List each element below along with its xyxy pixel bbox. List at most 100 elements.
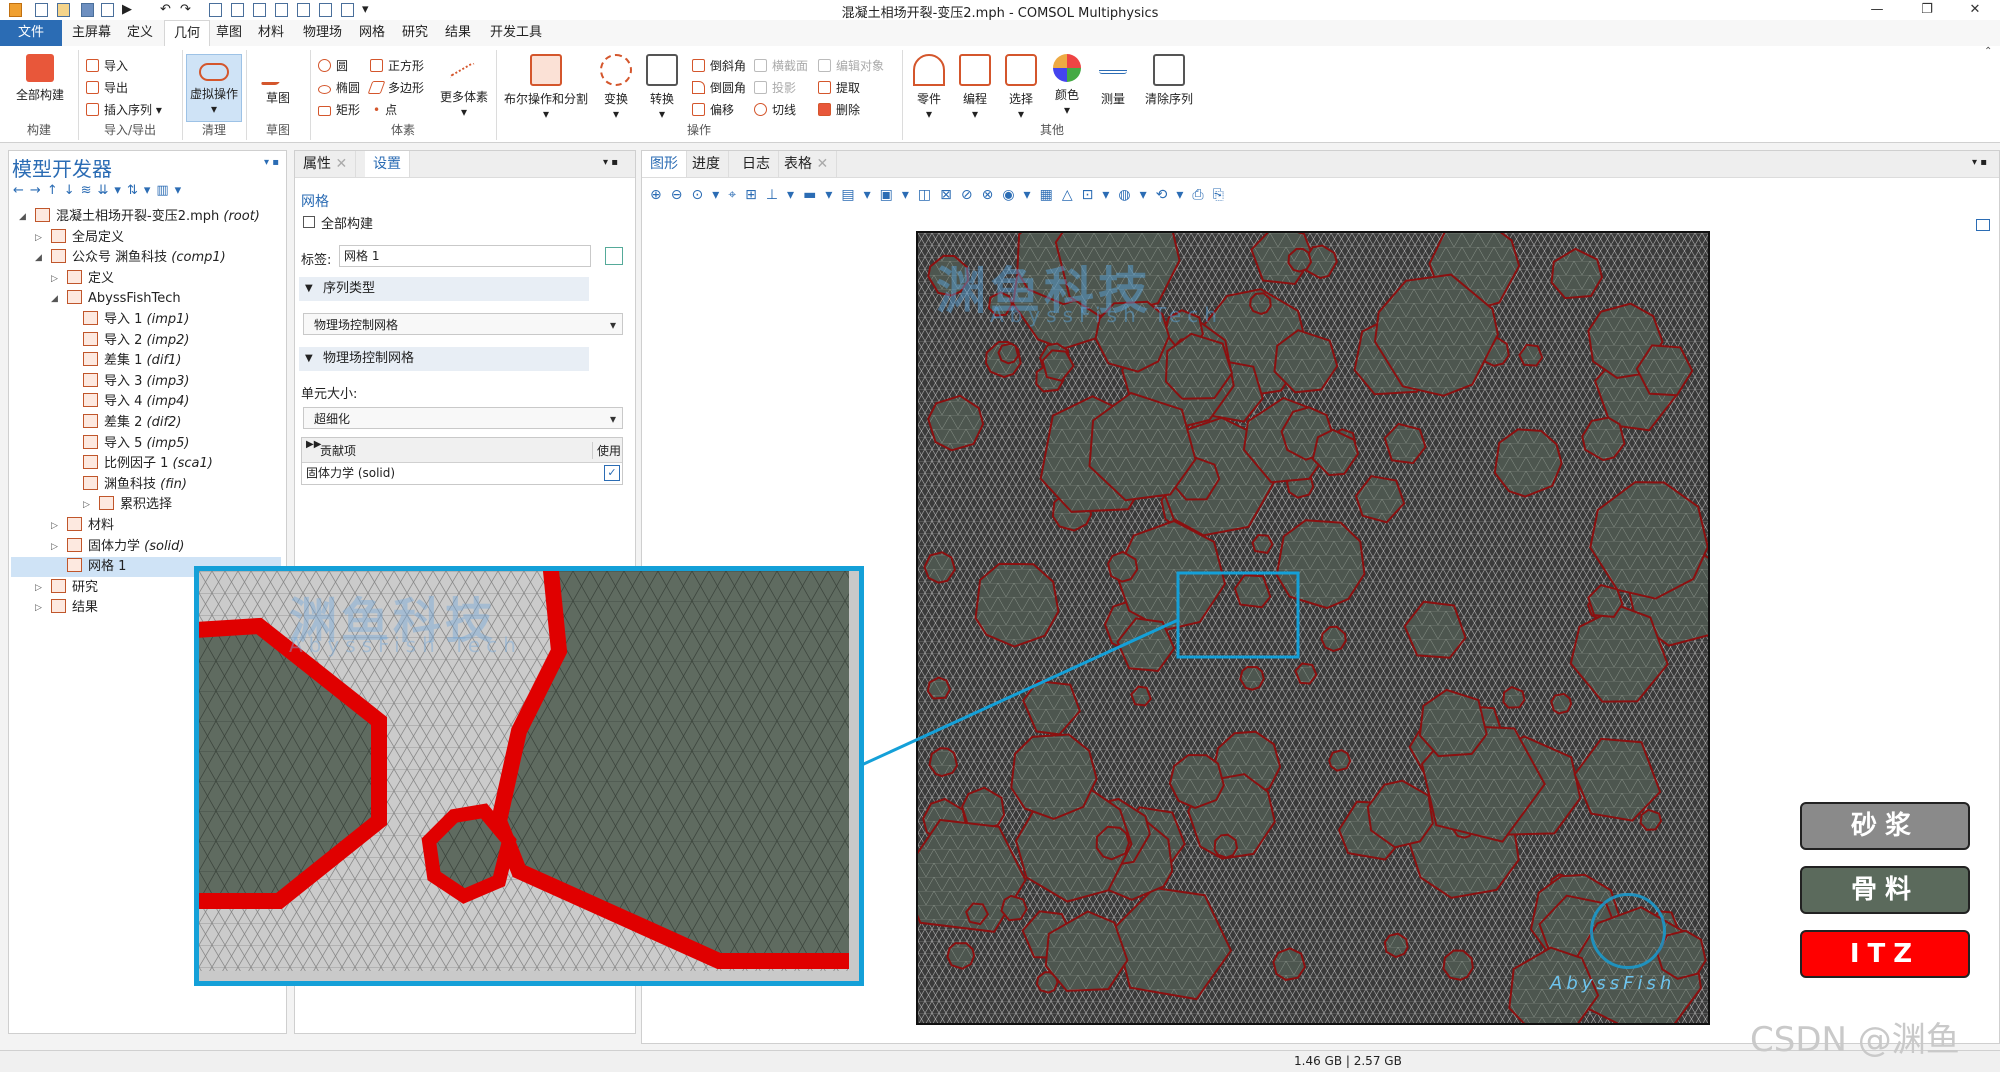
expand-arrow-icon[interactable]: ▷ <box>51 516 58 536</box>
measure-button[interactable]: 测量 <box>1092 54 1134 107</box>
tab-file[interactable]: 文件 <box>0 20 63 46</box>
close-tab-icon[interactable]: ✕ <box>335 156 347 172</box>
tree-node[interactable]: 导入 1 (imp1) <box>11 310 281 330</box>
tab-properties[interactable]: 属性 ✕ <box>295 151 357 177</box>
expand-icon[interactable]: ⇊▾ <box>98 183 127 198</box>
select-button[interactable]: 选择 ▾ <box>1000 54 1042 121</box>
label-edit-icon[interactable] <box>605 247 623 265</box>
build-all-link[interactable]: 全部构建 <box>303 213 373 232</box>
back-icon[interactable]: ← <box>13 183 30 198</box>
panel-menu-icon[interactable]: ▾ ▪ <box>264 157 279 168</box>
show-selected-icon[interactable]: ⊗ <box>982 187 1003 203</box>
tab-materials[interactable]: 材料 <box>249 20 293 46</box>
tree-node[interactable]: ▷ 定义 <box>11 269 281 289</box>
tree-node[interactable]: ▷ 累积选择 <box>11 495 281 515</box>
tree-node[interactable]: ▷ 全局定义 <box>11 228 281 248</box>
tab-results[interactable]: 结果 <box>436 20 480 46</box>
axis-icon[interactable]: ⊥▾ <box>766 187 803 203</box>
tree-node[interactable]: 比例因子 1 (sca1) <box>11 454 281 474</box>
expand-arrow-icon[interactable]: ◢ <box>19 207 26 227</box>
sort-icon[interactable]: ⇅▾ <box>127 183 156 198</box>
edit-object-button[interactable]: 编辑对象 <box>818 56 884 76</box>
projection-button[interactable]: 投影 <box>754 78 796 98</box>
rectangle-button[interactable]: 矩形 <box>318 100 360 120</box>
wireframe-icon[interactable]: ▦ <box>1040 187 1062 203</box>
parts-button[interactable]: 零件 ▾ <box>908 54 950 121</box>
graphics-side-icon[interactable] <box>1976 219 1990 231</box>
tab-mesh[interactable]: 网格 <box>350 20 394 46</box>
camera-icon[interactable]: ⎙ <box>1192 187 1212 203</box>
use-checkbox[interactable]: ✓ <box>604 465 620 481</box>
insert-sequence-button[interactable]: 插入序列 ▾ <box>86 100 162 120</box>
chamfer-button[interactable]: 倒斜角 <box>692 56 746 76</box>
ellipse-button[interactable]: 椭圆 <box>318 78 360 98</box>
point-button[interactable]: • 点 <box>370 100 397 120</box>
tree-node[interactable]: ◢ 公众号 渊鱼科技 (comp1) <box>11 248 281 268</box>
select-boundary-icon[interactable]: ▣▾ <box>880 187 918 203</box>
offset-button[interactable]: 偏移 <box>692 100 734 120</box>
export-button[interactable]: 导出 <box>86 78 128 98</box>
zoom-selected-icon[interactable]: ⊞ <box>745 187 766 203</box>
boolean-partition-button[interactable]: 布尔操作和分割 ▾ <box>500 54 592 121</box>
tree-node[interactable]: ◢ 混凝土相场开裂-变压2.mph (root) <box>11 207 281 227</box>
zoom-in-icon[interactable]: ⊕ <box>650 187 671 203</box>
tab-developer[interactable]: 开发工具 <box>481 20 551 46</box>
section-physics-controlled-mesh[interactable]: ▼ 物理场控制网格 <box>299 347 589 371</box>
virtual-operations-button[interactable]: 虚拟操作 ▾ <box>186 54 242 122</box>
select-box-icon[interactable]: ◫ <box>918 187 940 203</box>
tree-node[interactable]: 导入 2 (imp2) <box>11 331 281 351</box>
tree-node[interactable]: 渊鱼科技 (fin) <box>11 475 281 495</box>
print-icon[interactable]: ⎘ <box>1213 187 1233 203</box>
maximize-button[interactable]: ❐ <box>1904 0 1950 20</box>
color-table-icon[interactable]: ◍▾ <box>1118 187 1155 203</box>
expand-arrow-icon[interactable]: ▷ <box>35 598 42 618</box>
label-input[interactable]: 网格 1 <box>339 245 591 267</box>
tree-node[interactable]: 差集 1 (dif1) <box>11 351 281 371</box>
show-icon[interactable]: ≋ <box>81 183 98 198</box>
tab-home[interactable]: 主屏幕 <box>63 20 120 46</box>
circle-button[interactable]: 圆 <box>318 56 348 76</box>
settings-menu-icon[interactable]: ▾ ▪ <box>603 157 618 168</box>
element-size-select[interactable]: 超细化 <box>303 407 623 430</box>
transform-button[interactable]: 变换 ▾ <box>596 54 636 121</box>
mesh-viewport[interactable]: 渊鱼科技 AbyssFish Tech AbyssFish <box>916 231 1710 1025</box>
tree-node[interactable]: ▷ 固体力学 (solid) <box>11 537 281 557</box>
tree-node[interactable]: 差集 2 (dif2) <box>11 413 281 433</box>
clear-sequence-button[interactable]: 清除序列 <box>1138 54 1200 107</box>
graphics-menu-icon[interactable]: ▾ ▪ <box>1972 157 1987 168</box>
minimize-button[interactable]: — <box>1854 0 1900 20</box>
programming-button[interactable]: 编程 ▾ <box>954 54 996 121</box>
expand-arrow-icon[interactable]: ▷ <box>51 269 58 289</box>
tree-node[interactable]: 导入 3 (imp3) <box>11 372 281 392</box>
expand-arrow-icon[interactable]: ◢ <box>51 289 58 309</box>
convert-button[interactable]: 转换 ▾ <box>642 54 682 121</box>
expand-arrow-icon[interactable]: ▷ <box>35 578 42 598</box>
render-icon[interactable]: ▬▾ <box>803 187 841 203</box>
square-button[interactable]: 正方形 <box>370 56 424 76</box>
collapse-ribbon-icon[interactable]: ⌃ <box>1984 46 1992 57</box>
delete-button[interactable]: 删除 <box>818 100 860 120</box>
zoom-extents-icon[interactable]: ⌖ <box>728 187 745 203</box>
tab-graphics[interactable]: 图形 <box>642 151 687 177</box>
sketch-button[interactable]: 草图 <box>254 54 302 106</box>
sequence-type-select[interactable]: 物理场控制网格 <box>303 313 623 336</box>
expand-arrow-icon[interactable]: ▷ <box>83 495 90 515</box>
down-icon[interactable]: ↓ <box>64 183 81 198</box>
tree-node[interactable]: ▷ 材料 <box>11 516 281 536</box>
tab-progress[interactable]: 进度 <box>684 151 729 177</box>
deselect-box-icon[interactable]: ⊠ <box>940 187 961 203</box>
cross-section-button[interactable]: 横截面 <box>754 56 808 76</box>
tab-definitions[interactable]: 定义 <box>118 20 162 46</box>
close-tab-icon[interactable]: ✕ <box>816 156 828 172</box>
build-all-button[interactable]: 全部构建 <box>8 54 72 103</box>
fillet-button[interactable]: 倒圆角 <box>692 78 746 98</box>
tab-table[interactable]: 表格 ✕ <box>776 151 838 177</box>
zoom-out-icon[interactable]: ⊖ <box>671 187 692 203</box>
import-button[interactable]: 导入 <box>86 56 128 76</box>
forward-icon[interactable]: → <box>30 183 47 198</box>
hide-icon[interactable]: ⊘ <box>961 187 982 203</box>
expand-arrow-icon[interactable]: ◢ <box>35 248 42 268</box>
select-domain-icon[interactable]: ▤▾ <box>841 187 879 203</box>
view-icon[interactable]: ▥▾ <box>156 183 187 198</box>
tab-study[interactable]: 研究 <box>393 20 437 46</box>
